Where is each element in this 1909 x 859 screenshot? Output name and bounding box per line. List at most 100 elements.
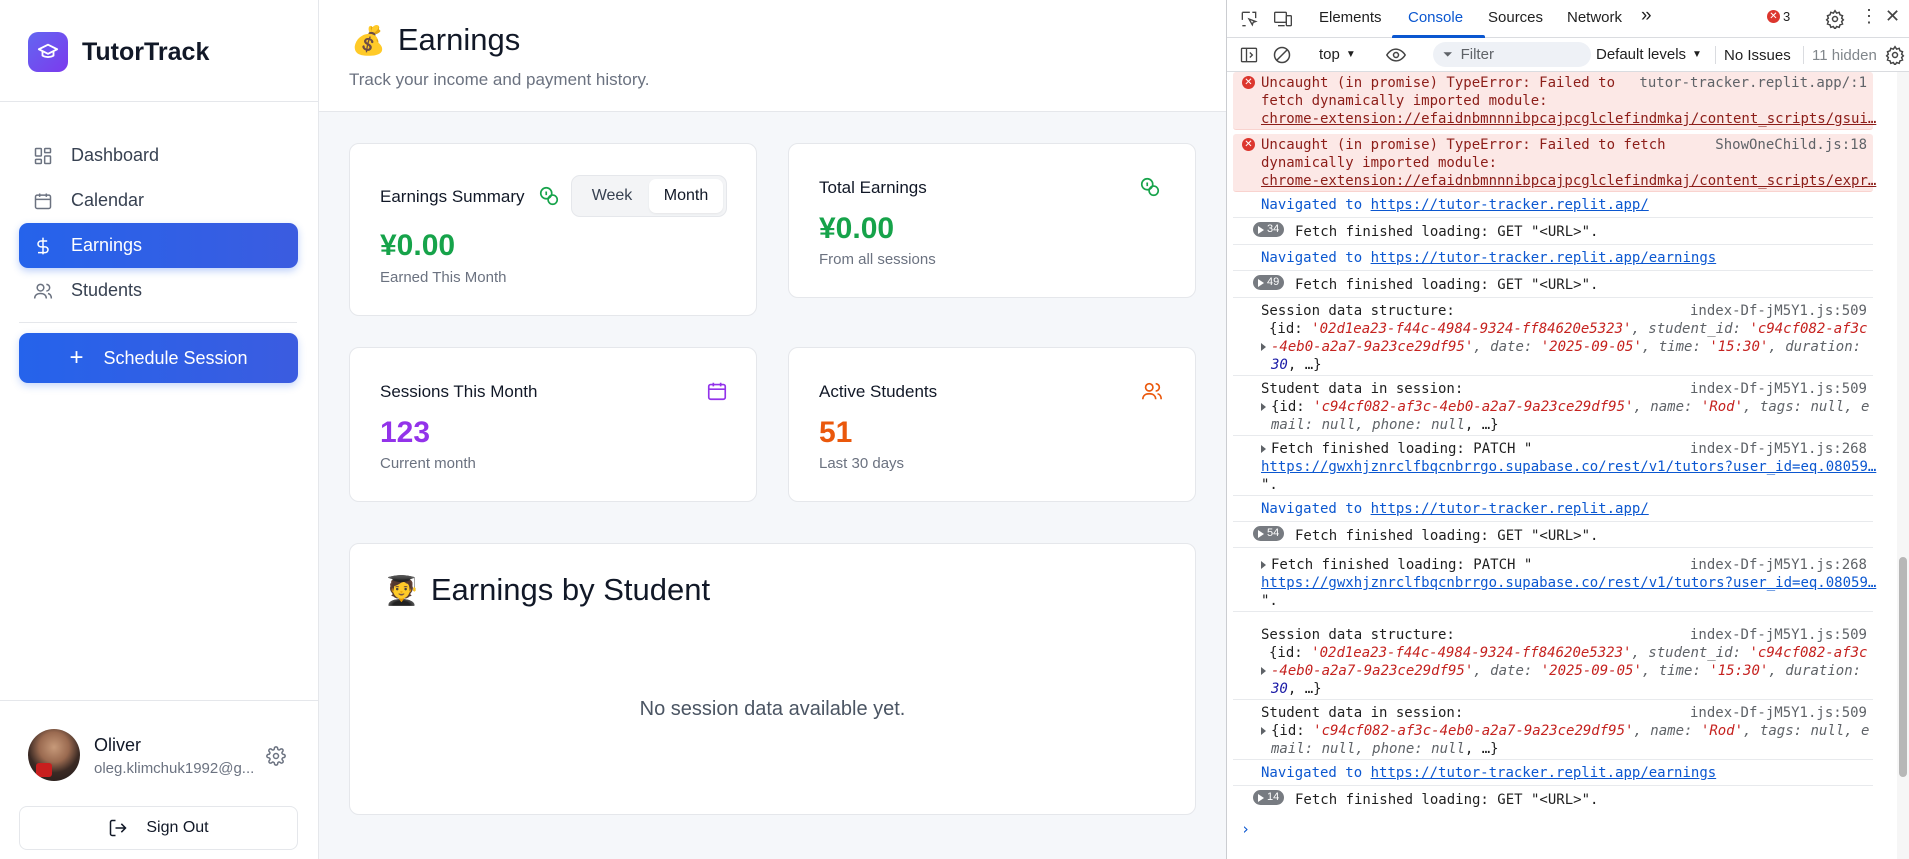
close-icon[interactable]: ✕ (1885, 6, 1900, 27)
log-link[interactable]: https://tutor-tracker.replit.app/earning… (1371, 250, 1717, 266)
log-text: fetch dynamically imported module: (1261, 93, 1548, 109)
log-link[interactable]: https://gwxhjznrclfbqcnbrrgo.supabase.co… (1261, 574, 1876, 592)
console-log-message: Fetch finished loading: PATCH " index-Df… (1233, 438, 1876, 496)
repeat-count-badge[interactable]: 34 (1253, 222, 1285, 237)
expand-triangle-icon[interactable] (1261, 667, 1266, 675)
source-link[interactable]: index-Df-jM5Y1.js:509 (1690, 626, 1867, 644)
schedule-session-button[interactable]: + Schedule Session (19, 333, 298, 383)
expand-triangle-icon[interactable] (1261, 343, 1266, 351)
card-title: Sessions This Month (380, 382, 538, 401)
log-text: dynamically imported module: (1261, 155, 1498, 171)
log-object[interactable]: {id: '02d1ea23-f44c-4984-9324-ff84620e53… (1269, 320, 1867, 338)
sidebar-item-calendar[interactable]: Calendar (19, 178, 298, 223)
earnings-summary-card: Earnings Summary Week Month ¥0.00 Earned… (349, 143, 757, 316)
log-link[interactable]: https://tutor-tracker.replit.app/ (1371, 501, 1649, 517)
console-error-message: ✕ Uncaught (in promise) TypeError: Faile… (1233, 134, 1876, 192)
log-link[interactable]: https://gwxhjznrclfbqcnbrrgo.supabase.co… (1261, 458, 1876, 476)
dropdown-arrow-icon: ▼ (1345, 49, 1356, 60)
log-link[interactable]: https://tutor-tracker.replit.app/earning… (1371, 765, 1717, 781)
expand-triangle-icon[interactable] (1261, 403, 1266, 411)
clear-console-icon[interactable] (1272, 45, 1292, 65)
error-count: 3 (1783, 9, 1791, 24)
log-text: ". (1261, 593, 1278, 609)
kebab-menu-icon[interactable]: ⋮ (1860, 6, 1878, 27)
student-icon: 🧑‍🎓 (384, 574, 419, 606)
sidebar-item-students[interactable]: Students (19, 268, 298, 313)
more-tabs-icon[interactable]: » (1641, 5, 1652, 27)
source-link[interactable]: index-Df-jM5Y1.js:268 (1690, 556, 1867, 574)
log-link[interactable]: https://tutor-tracker.replit.app/ (1371, 197, 1649, 213)
tab-sources[interactable]: Sources (1488, 9, 1543, 26)
context-label: top (1319, 46, 1340, 63)
tab-console[interactable]: Console (1408, 9, 1463, 26)
empty-state-message: No session data available yet. (639, 698, 906, 720)
money-bag-icon: 💰 (351, 24, 386, 56)
log-text: Uncaught (in promise) TypeError: Failed … (1261, 75, 1616, 91)
earnings-by-student-card: 🧑‍🎓 Earnings by Student No session data … (349, 543, 1196, 815)
users-icon (33, 283, 53, 299)
gear-icon[interactable] (266, 746, 286, 766)
console-prompt-icon[interactable]: › (1241, 820, 1250, 838)
issues-button[interactable]: No Issues (1715, 46, 1791, 64)
filter-input[interactable]: ⏷ Filter (1433, 42, 1591, 67)
source-link[interactable]: tutor-tracker.replit.app/:1 (1639, 74, 1867, 92)
expand-triangle-icon[interactable] (1261, 561, 1266, 569)
repeat-count-badge[interactable]: 54 (1253, 526, 1285, 541)
console-log-message: Student data in session: index-Df-jM5Y1.… (1233, 378, 1873, 436)
source-link[interactable]: index-Df-jM5Y1.js:509 (1690, 380, 1867, 398)
graduation-cap-icon (28, 32, 68, 72)
sidebar-divider (0, 101, 318, 102)
log-text: Fetch finished loading: GET "<URL>". (1295, 224, 1599, 240)
log-text: Fetch finished loading: GET "<URL>". (1295, 792, 1599, 808)
sidebar-toggle-icon[interactable] (1239, 45, 1259, 65)
log-object[interactable]: {id: 'c94cf082-af3c-4eb0-a2a7-9a23ce29df… (1261, 722, 1870, 740)
dashboard-icon (34, 147, 52, 164)
log-link[interactable]: chrome-extension://efaidnbmnnnibpcajpcgl… (1261, 172, 1876, 190)
source-link[interactable]: index-Df-jM5Y1.js:509 (1690, 704, 1867, 722)
log-object[interactable]: {id: '02d1ea23-f44c-4984-9324-ff84620e53… (1269, 644, 1867, 662)
log-levels-dropdown[interactable]: Default levels ▼ (1596, 46, 1702, 63)
console-navigation-message: Navigated to https://tutor-tracker.repli… (1233, 247, 1873, 271)
log-text: Navigated to (1261, 250, 1363, 266)
source-link[interactable]: ShowOneChild.js:18 (1715, 136, 1867, 154)
page-header: 💰 Earnings Track your income and payment… (319, 0, 1226, 112)
active-students-value: 51 (819, 416, 853, 449)
sign-out-icon (110, 819, 127, 837)
context-selector[interactable]: top ▼ (1319, 46, 1356, 63)
repeat-count-badge[interactable]: 14 (1253, 790, 1285, 805)
user-name: Oliver (94, 735, 142, 755)
month-toggle-button[interactable]: Month (649, 179, 723, 213)
avatar[interactable] (28, 729, 80, 781)
log-text: Navigated to (1261, 765, 1363, 781)
source-link[interactable]: index-Df-jM5Y1.js:509 (1690, 302, 1867, 320)
settings-gear-icon[interactable] (1825, 9, 1845, 29)
console-log-message: 34 Fetch finished loading: GET "<URL>". (1233, 220, 1873, 245)
sidebar-item-dashboard[interactable]: Dashboard (19, 133, 298, 178)
sidebar-item-earnings[interactable]: Earnings (19, 223, 298, 268)
main-content: 💰 Earnings Track your income and payment… (319, 0, 1226, 859)
card-subtitle: Current month (380, 455, 476, 472)
filter-icon: ⏷ (1443, 47, 1453, 61)
sign-out-button[interactable]: Sign Out (19, 806, 298, 850)
tab-elements[interactable]: Elements (1319, 9, 1382, 26)
source-link[interactable]: index-Df-jM5Y1.js:268 (1690, 440, 1867, 458)
expand-triangle-icon[interactable] (1261, 727, 1266, 735)
brand[interactable]: TutorTrack (28, 30, 209, 74)
error-counter[interactable]: ✕ 3 (1767, 9, 1790, 24)
device-toolbar-icon[interactable] (1272, 9, 1294, 29)
scrollbar-thumb[interactable] (1899, 557, 1907, 777)
repeat-count-badge[interactable]: 49 (1253, 275, 1285, 290)
console-scrollbar[interactable] (1897, 72, 1909, 859)
log-link[interactable]: chrome-extension://efaidnbmnnnibpcajpcgl… (1261, 110, 1876, 128)
total-earnings-card: Total Earnings ¥0.00 From all sessions (788, 143, 1196, 298)
console-settings-icon[interactable] (1885, 45, 1905, 65)
expand-triangle-icon[interactable] (1261, 445, 1266, 453)
eye-icon[interactable] (1384, 45, 1408, 65)
card-subtitle: Last 30 days (819, 455, 905, 472)
console-log-message: 49 Fetch finished loading: GET "<URL>". (1233, 273, 1873, 298)
inspect-element-icon[interactable] (1239, 9, 1259, 29)
period-toggle: Week Month (571, 175, 727, 217)
tab-network[interactable]: Network (1567, 9, 1622, 26)
week-toggle-button[interactable]: Week (575, 179, 649, 213)
log-object[interactable]: {id: 'c94cf082-af3c-4eb0-a2a7-9a23ce29df… (1261, 398, 1870, 416)
